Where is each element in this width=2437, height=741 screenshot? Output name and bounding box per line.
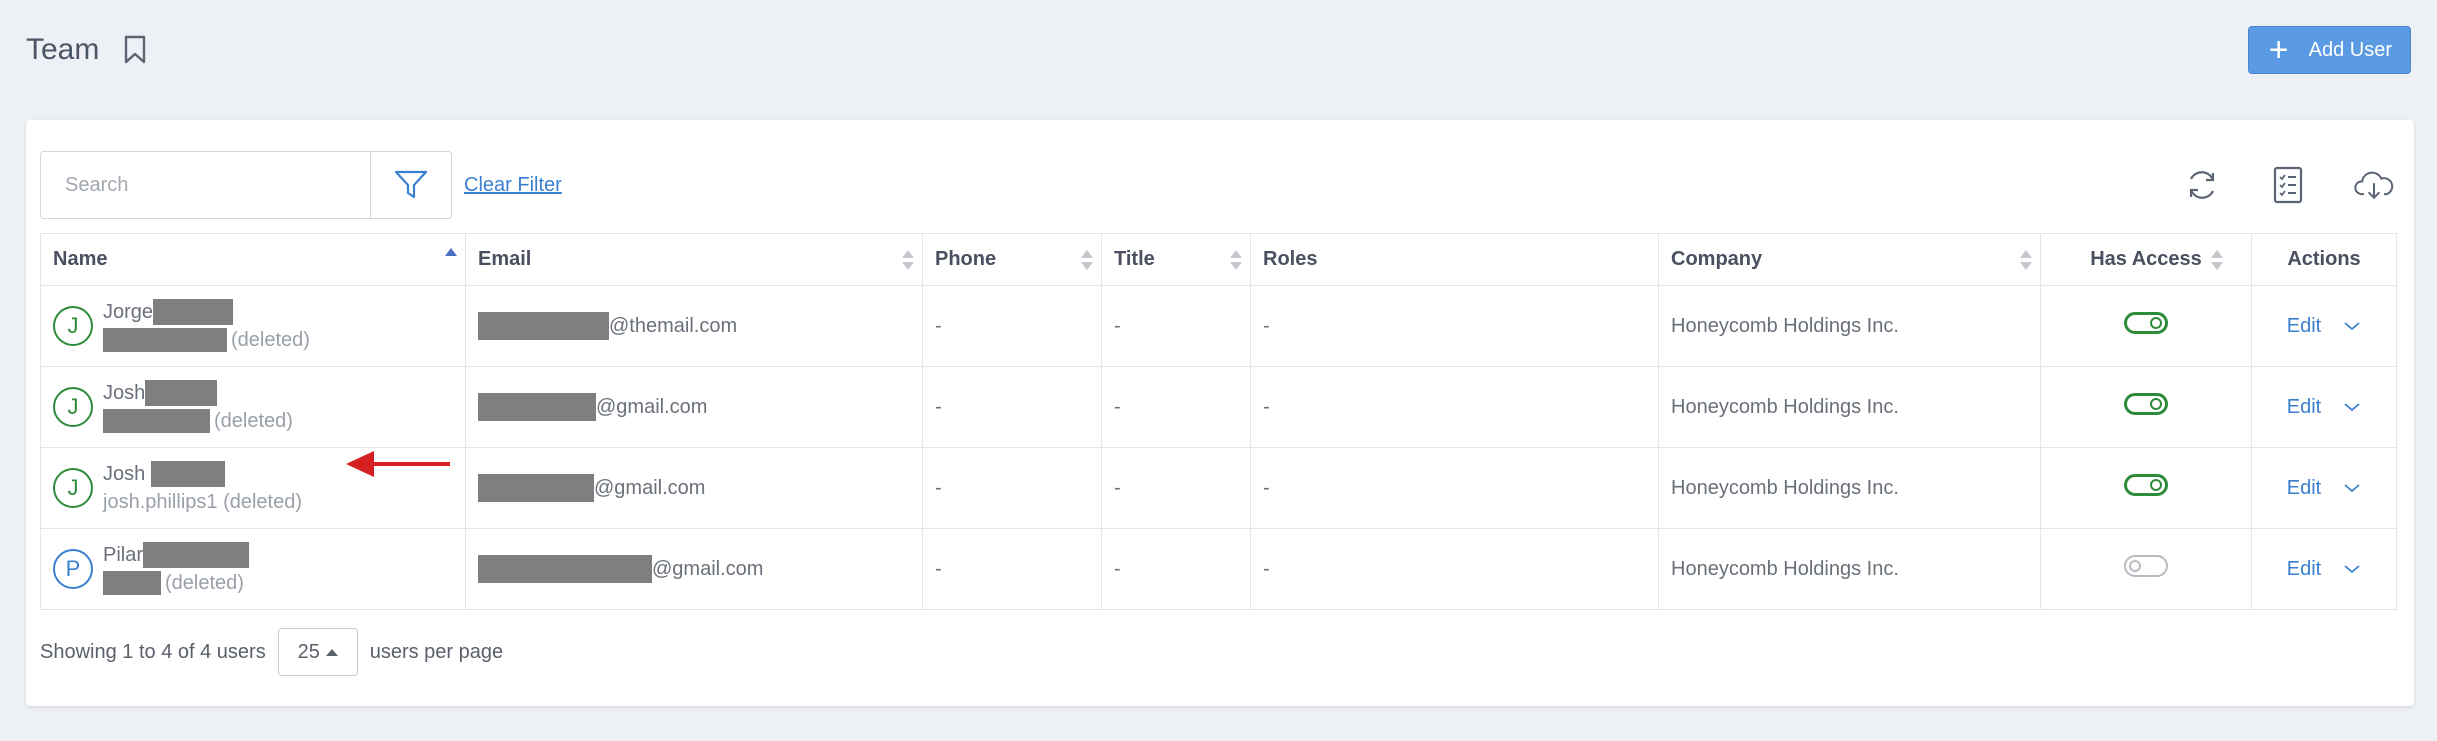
avatar: J (53, 387, 93, 427)
column-header-has-access[interactable]: Has Access (2040, 233, 2252, 286)
search-box[interactable] (40, 151, 370, 219)
roles-cell: - (1250, 528, 1659, 610)
phone-cell: - (922, 447, 1102, 529)
per-page-suffix: users per page (369, 640, 504, 663)
annotation-arrow-icon (346, 451, 450, 477)
phone-cell: - (922, 528, 1102, 610)
sort-icon (2020, 248, 2032, 272)
page-header: Team + Add User (26, 26, 2411, 74)
page-title: Team (26, 33, 100, 66)
chevron-down-icon[interactable] (2343, 563, 2361, 575)
column-header-phone[interactable]: Phone (922, 233, 1102, 286)
sort-icon (1081, 248, 1093, 272)
roles-cell: - (1250, 447, 1659, 529)
edit-link[interactable]: Edit (2287, 315, 2321, 338)
email-domain: @gmail.com (596, 395, 708, 418)
redacted-block (145, 380, 218, 406)
has-access-toggle[interactable] (2124, 393, 2168, 415)
user-sub-text: josh.phillips1 (deleted) (103, 491, 303, 513)
chevron-down-icon[interactable] (2343, 401, 2361, 413)
sort-icon (1230, 248, 1242, 272)
refresh-icon[interactable] (2182, 165, 2222, 205)
filter-button[interactable] (370, 151, 452, 219)
edit-link[interactable]: Edit (2287, 396, 2321, 419)
title-cell: - (1101, 366, 1251, 448)
column-header-name[interactable]: Name (40, 233, 466, 286)
email-domain: @gmail.com (594, 476, 706, 499)
toolbar: Clear Filter (40, 150, 2400, 220)
redacted-block (151, 461, 226, 487)
avatar: J (53, 306, 93, 346)
add-user-label: Add User (2308, 38, 2392, 61)
table-header-row: Name Email Phone Title Roles Company Has… (40, 233, 2397, 286)
plus-icon: + (2268, 31, 2289, 69)
company-cell: Honeycomb Holdings Inc. (1658, 366, 2041, 448)
roles-cell: - (1250, 366, 1659, 448)
first-name: Josh (103, 463, 146, 485)
redacted-block (478, 474, 594, 502)
column-header-roles: Roles (1250, 233, 1659, 286)
avatar: J (53, 468, 93, 508)
showing-text: Showing 1 to 4 of 4 users (40, 640, 266, 663)
table-row: J Josh (deleted) @gmail.com - - - Honeycom… (40, 366, 2397, 448)
table-row: J Jorge (deleted) @themail.com - - - Honey… (40, 285, 2397, 367)
column-header-email[interactable]: Email (465, 233, 923, 286)
user-sub-text: (deleted) (231, 329, 310, 351)
clear-filter-link[interactable]: Clear Filter (464, 174, 562, 197)
edit-link[interactable]: Edit (2287, 477, 2321, 500)
edit-link[interactable]: Edit (2287, 558, 2321, 581)
redacted-block (478, 312, 609, 340)
first-name: Josh (103, 382, 146, 404)
filter-icon (394, 170, 428, 199)
column-list-icon[interactable] (2268, 165, 2308, 205)
has-access-toggle[interactable] (2124, 474, 2168, 496)
users-table: Name Email Phone Title Roles Company Has… (40, 233, 2397, 610)
has-access-toggle[interactable] (2124, 555, 2168, 577)
chevron-down-icon[interactable] (2343, 482, 2361, 494)
redacted-block (143, 542, 250, 568)
company-cell: Honeycomb Holdings Inc. (1658, 285, 2041, 367)
email-domain: @gmail.com (652, 557, 764, 580)
add-user-button[interactable]: + Add User (2247, 26, 2411, 74)
sort-icon (902, 248, 914, 272)
redacted-block (103, 571, 161, 595)
phone-cell: - (922, 285, 1102, 367)
email-domain: @themail.com (609, 314, 738, 337)
cloud-download-icon[interactable] (2354, 165, 2394, 205)
first-name: Jorge (103, 301, 154, 323)
user-sub-text: (deleted) (214, 410, 293, 432)
redacted-block (103, 409, 210, 433)
redacted-block (103, 328, 227, 352)
chevron-down-icon[interactable] (2343, 320, 2361, 332)
users-card: Clear Filter Name Email Phone (26, 120, 2414, 706)
sort-asc-icon (445, 246, 457, 270)
company-cell: Honeycomb Holdings Inc. (1658, 447, 2041, 529)
per-page-select[interactable]: 25 (277, 628, 358, 676)
per-page-value: 25 (297, 640, 320, 663)
title-wrap: Team (26, 33, 147, 67)
caret-up-icon (325, 648, 338, 656)
pagination-footer: Showing 1 to 4 of 4 users 25 users per p… (40, 628, 503, 676)
user-sub-text: (deleted) (165, 572, 244, 594)
sort-icon (2211, 248, 2223, 272)
first-name: Pilar (103, 544, 144, 566)
redacted-block (478, 393, 596, 421)
redacted-block (478, 555, 652, 583)
title-cell: - (1101, 447, 1251, 529)
column-header-company[interactable]: Company (1658, 233, 2041, 286)
company-cell: Honeycomb Holdings Inc. (1658, 528, 2041, 610)
title-cell: - (1101, 285, 1251, 367)
bookmark-icon[interactable] (123, 35, 147, 65)
redacted-block (153, 299, 234, 325)
phone-cell: - (922, 366, 1102, 448)
has-access-toggle[interactable] (2124, 312, 2168, 334)
title-cell: - (1101, 528, 1251, 610)
toolbar-icons (2182, 165, 2400, 205)
column-header-actions: Actions (2251, 233, 2397, 286)
table-row: P Pilar (deleted) @gmail.com - - - Honeyco… (40, 528, 2397, 610)
search-input[interactable] (65, 173, 370, 197)
avatar: P (53, 549, 93, 589)
column-header-title[interactable]: Title (1101, 233, 1251, 286)
roles-cell: - (1250, 285, 1659, 367)
